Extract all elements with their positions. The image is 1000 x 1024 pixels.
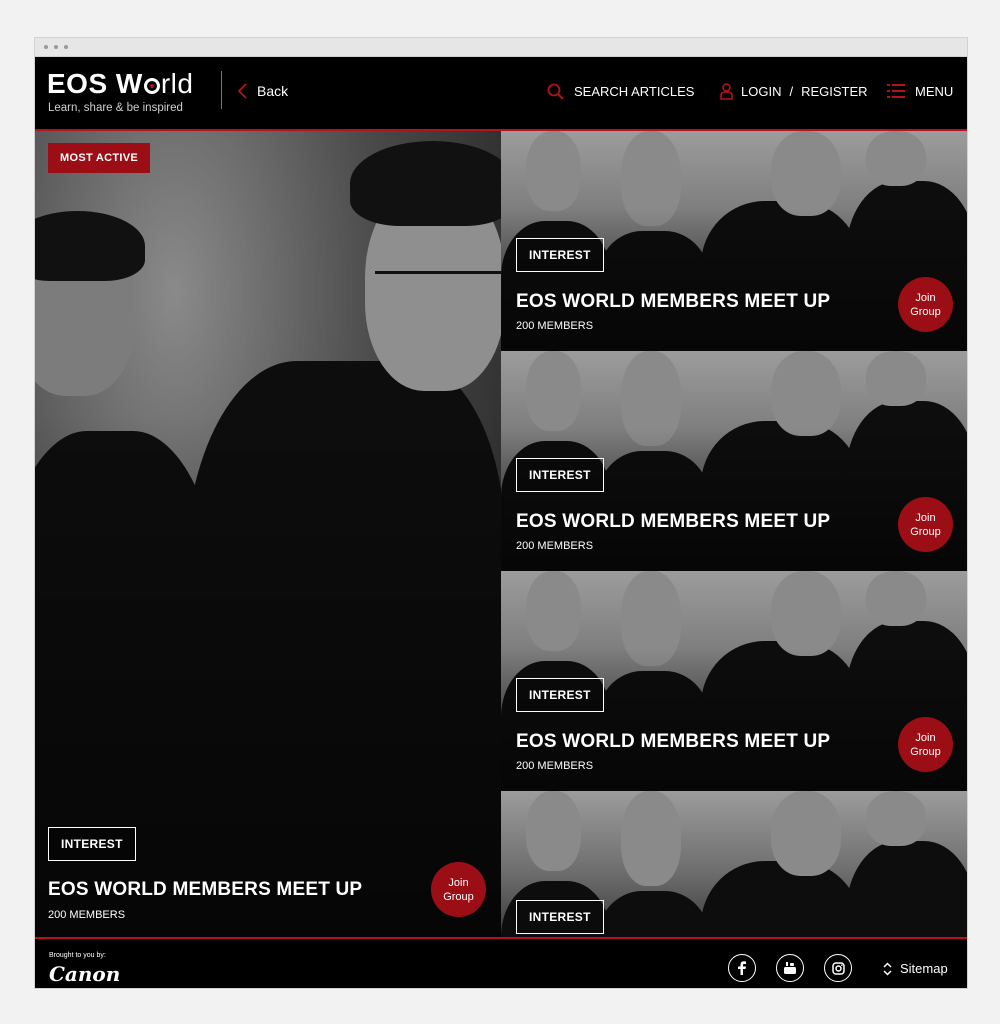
photo-person [846,841,967,937]
browser-chrome [35,38,967,57]
chevron-left-icon [238,83,247,99]
window-dot [54,45,58,49]
back-label: Back [257,83,289,99]
login-label[interactable]: LOGIN [741,84,781,99]
join-group-button[interactable]: Join Group [898,497,953,552]
group-card[interactable]: INTEREST EOS WORLD MEMBERS MEET UP 200 M… [501,131,967,351]
youtube-icon[interactable] [776,954,804,982]
photo-person [526,791,581,871]
sitemap-label: Sitemap [900,961,948,976]
chevron-up-down-icon [883,961,892,976]
window-dot [64,45,68,49]
join-label: Join [915,511,936,524]
group-label: Group [910,745,941,758]
group-card[interactable]: INTEREST [501,791,967,937]
join-label: Join [915,291,936,304]
member-count: 200 MEMBERS [516,320,594,332]
login-register-link[interactable]: LOGIN / REGISTER [720,83,868,100]
group-label: Group [443,890,474,903]
interest-tag[interactable]: INTEREST [48,827,136,861]
logo-title: EOS W [47,68,143,99]
canon-logo[interactable]: Canon [49,962,120,986]
photo-person [701,861,861,937]
site-footer: Brought to you by: Canon Sitemap [35,937,967,988]
group-title[interactable]: EOS WORLD MEMBERS MEET UP [516,291,830,313]
photo-person [621,791,681,886]
join-label: Join [448,876,469,889]
site-header: EOS W rld Learn, share & be inspired Back… [35,57,967,131]
register-label[interactable]: REGISTER [801,84,867,99]
instagram-icon[interactable] [824,954,852,982]
back-link[interactable]: Back [238,83,288,99]
group-title[interactable]: EOS WORLD MEMBERS MEET UP [516,511,830,533]
member-count: 200 MEMBERS [516,540,594,552]
group-card[interactable]: INTEREST EOS WORLD MEMBERS MEET UP 200 M… [501,571,967,791]
photo-person [596,891,711,937]
most-active-badge: MOST ACTIVE [48,143,151,173]
window-dot [44,45,48,49]
join-group-button[interactable]: Join Group [898,717,953,772]
image-overlay [35,131,501,937]
interest-tag[interactable]: INTEREST [516,458,604,492]
menu-label: MENU [915,83,954,99]
search-label: SEARCH ARTICLES [574,84,695,99]
join-group-button[interactable]: Join Group [898,277,953,332]
group-title[interactable]: EOS WORLD MEMBERS MEET UP [48,879,362,901]
featured-group-card[interactable]: MOST ACTIVE INTEREST EOS WORLD MEMBERS M… [35,131,501,937]
search-icon [547,83,564,100]
facebook-icon[interactable] [728,954,756,982]
interest-tag[interactable]: INTEREST [516,238,604,272]
photo-person [771,791,841,876]
menu-button[interactable]: MENU [887,83,953,99]
group-card[interactable]: INTEREST EOS WORLD MEMBERS MEET UP 200 M… [501,351,967,571]
login-separator: / [789,84,794,99]
sitemap-link[interactable]: Sitemap [883,961,948,976]
photo-person [866,791,926,846]
user-icon [720,83,733,100]
logo-title-rest: rld [160,68,194,99]
interest-tag[interactable]: INTEREST [516,678,604,712]
menu-list-icon [887,83,905,99]
site-logo[interactable]: EOS W rld [47,68,193,100]
search-articles-link[interactable]: SEARCH ARTICLES [547,83,694,100]
join-label: Join [915,731,936,744]
group-title[interactable]: EOS WORLD MEMBERS MEET UP [516,731,830,753]
browser-frame: EOS W rld Learn, share & be inspired Back… [34,37,968,989]
group-label: Group [910,525,941,538]
interest-tag[interactable]: INTEREST [516,900,604,934]
header-divider [221,71,222,109]
logo-tagline: Learn, share & be inspired [48,102,183,114]
join-group-button[interactable]: Join Group [431,862,486,917]
logo-o-icon [143,78,160,94]
member-count: 200 MEMBERS [516,760,594,772]
brought-by-label: Brought to you by: [49,952,106,959]
member-count: 200 MEMBERS [48,909,126,921]
group-label: Group [910,305,941,318]
